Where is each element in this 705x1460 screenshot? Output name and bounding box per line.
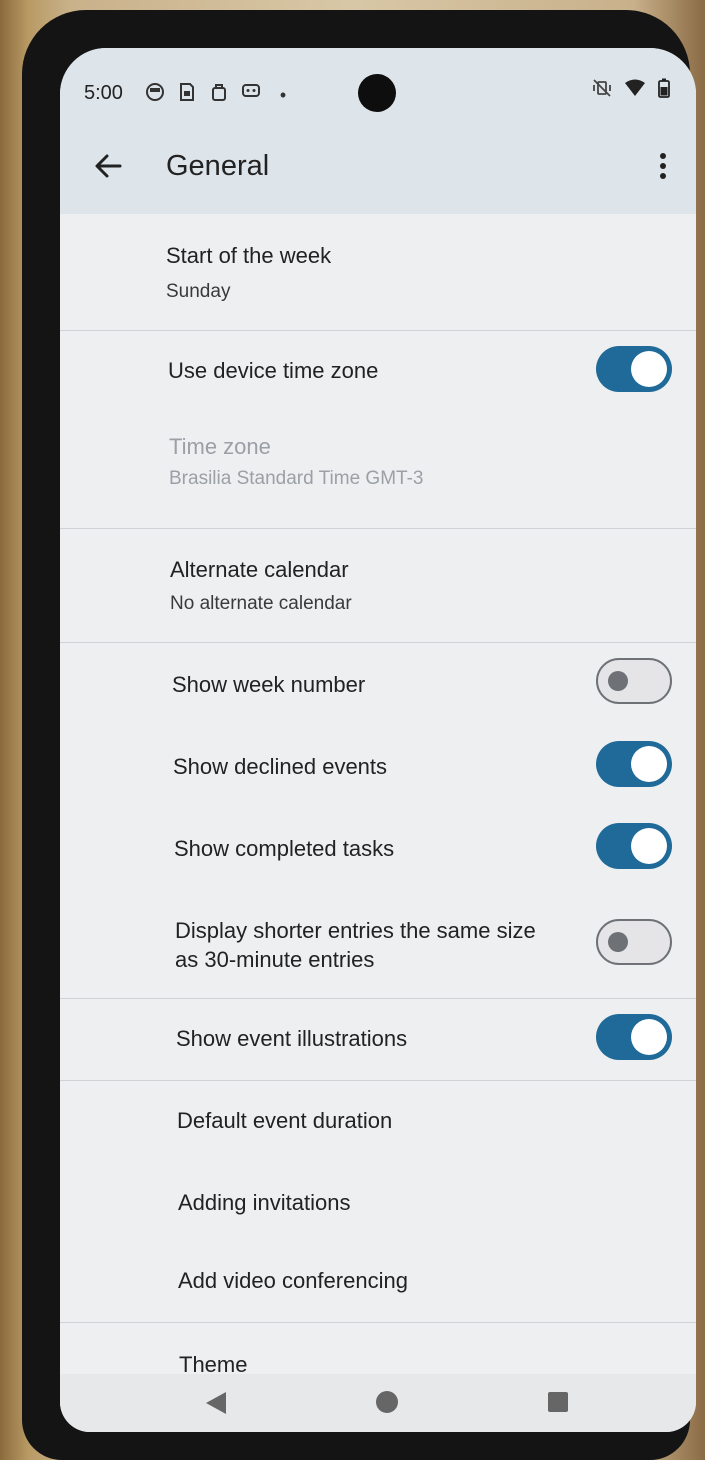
- nav-back-icon[interactable]: [206, 1392, 226, 1414]
- setting-title: Start of the week: [166, 243, 332, 268]
- setting-value: Brasilia Standard Time GMT-3: [169, 468, 424, 489]
- status-left-icons: •: [144, 82, 294, 107]
- status-dot: •: [279, 84, 287, 105]
- nav-recents-icon[interactable]: [548, 1392, 568, 1412]
- setting-add-video-conferencing[interactable]: Add video conferencing: [60, 1245, 696, 1321]
- setting-title: Adding invitations: [178, 1190, 351, 1215]
- status-bar: 5:00 •: [60, 48, 696, 138]
- toggle-switch[interactable]: [596, 823, 672, 869]
- setting-title-line1: Display shorter entries the same size: [175, 918, 536, 943]
- phone-frame: 5:00 • General Start of the week Sunday …: [22, 10, 696, 1460]
- setting-show-completed-tasks[interactable]: Show completed tasks: [60, 807, 696, 889]
- toggle-switch[interactable]: [596, 346, 672, 392]
- setting-default-event-duration[interactable]: Default event duration: [60, 1081, 696, 1163]
- navigation-bar: [60, 1374, 696, 1432]
- nav-home-icon[interactable]: [376, 1391, 398, 1413]
- message-icon: [240, 83, 262, 106]
- setting-use-device-time-zone[interactable]: Use device time zone: [60, 331, 696, 411]
- setting-title: Show declined events: [173, 754, 388, 779]
- setting-title: Show event illustrations: [176, 1026, 408, 1051]
- more-options-icon[interactable]: [648, 146, 678, 186]
- setting-display-shorter-entries[interactable]: Display shorter entries the same size as…: [60, 889, 696, 999]
- status-time: 5:00: [84, 82, 123, 104]
- setting-start-of-week[interactable]: Start of the week Sunday: [60, 214, 696, 330]
- settings-list: Start of the week Sunday Use device time…: [60, 214, 696, 1377]
- setting-value: No alternate calendar: [170, 593, 352, 614]
- sim-icon: [176, 82, 198, 107]
- setting-value: Sunday: [166, 281, 231, 302]
- wifi-icon: [624, 79, 646, 102]
- setting-title: Alternate calendar: [170, 557, 349, 582]
- back-arrow-icon[interactable]: [90, 148, 126, 184]
- vibrate-off-icon: [592, 78, 612, 103]
- setting-time-zone: Time zone Brasilia Standard Time GMT-3: [60, 411, 696, 527]
- setting-title-line2: as 30-minute entries: [175, 947, 375, 972]
- toggle-switch[interactable]: [596, 1014, 672, 1060]
- toggle-switch[interactable]: [596, 658, 672, 704]
- toggle-switch[interactable]: [596, 741, 672, 787]
- setting-alternate-calendar[interactable]: Alternate calendar No alternate calendar: [60, 529, 696, 641]
- toggle-switch[interactable]: [596, 919, 672, 965]
- setting-title: Show week number: [172, 672, 366, 697]
- page-title: General: [166, 150, 270, 182]
- setting-show-event-illustrations[interactable]: Show event illustrations: [60, 999, 696, 1079]
- top-app-bar: 5:00 • General: [60, 48, 696, 214]
- setting-adding-invitations[interactable]: Adding invitations: [60, 1163, 696, 1245]
- setting-title: Time zone: [169, 434, 271, 459]
- front-camera: [358, 74, 396, 112]
- setting-show-week-number[interactable]: Show week number: [60, 643, 696, 725]
- setting-title: Default event duration: [177, 1108, 393, 1133]
- setting-title: Show completed tasks: [174, 836, 395, 861]
- screen: 5:00 • General Start of the week Sunday …: [60, 48, 696, 1432]
- setting-title: Use device time zone: [168, 358, 379, 383]
- setting-title: Add video conferencing: [178, 1268, 408, 1293]
- bag-icon: [208, 82, 230, 107]
- battery-icon: [658, 78, 670, 103]
- status-right-icons: [592, 78, 670, 103]
- notification-icon: [144, 82, 166, 107]
- setting-show-declined-events[interactable]: Show declined events: [60, 725, 696, 807]
